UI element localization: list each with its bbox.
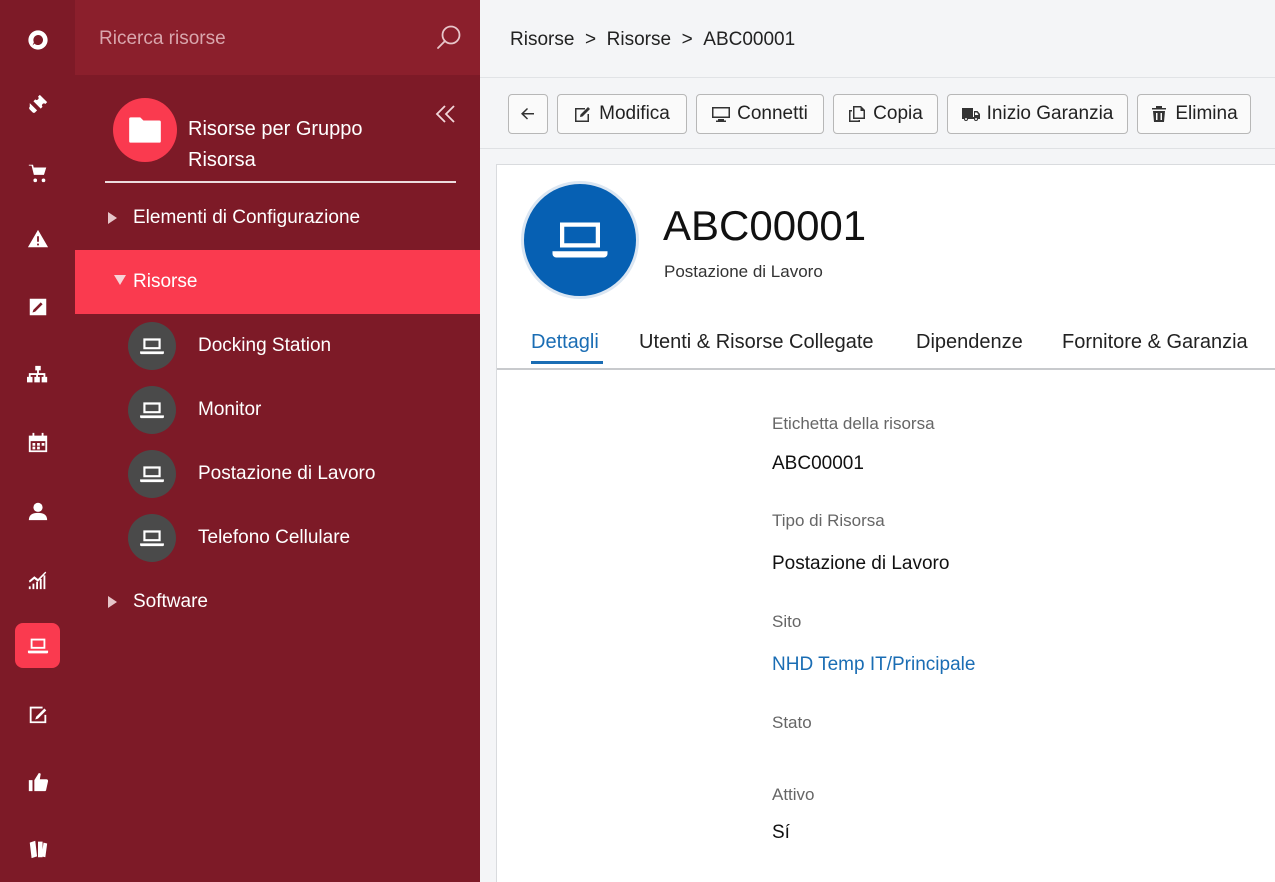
ticket-icon[interactable] [15,81,60,126]
resource-subtitle: Postazione di Lavoro [664,262,823,281]
tab-fornitore-garanzia[interactable]: Fornitore & Garanzia [1062,331,1248,354]
back-button[interactable] [508,94,548,134]
caret-right-icon [108,596,117,608]
field-label-etichetta: Etichetta della risorsa [772,414,935,433]
tree-item-elementi-di-configurazione[interactable]: Elementi di Configurazione [75,186,480,250]
breadcrumb-item[interactable]: Risorse [510,29,574,51]
laptop-icon [128,450,176,498]
connetti-label: Connetti [737,103,808,124]
inizio-garanzia-button[interactable]: Inizio Garanzia [947,94,1128,134]
breadcrumb-separator: > [584,29,597,50]
tree-leaf-postazione-di-lavoro[interactable]: Postazione di Lavoro [75,442,480,506]
breadcrumb-separator: > [681,29,693,50]
field-label-tipo: Tipo di Risorsa [772,511,885,530]
copy-icon [849,106,866,122]
active-tab-indicator [531,361,603,364]
books-icon[interactable] [15,826,60,871]
truck-icon [961,108,980,121]
group-title: Risorse per Gruppo Risorsa [188,118,363,171]
search-bar [75,0,480,75]
tree-item-label: Risorse [133,271,198,292]
monitor-icon [712,107,731,122]
resource-title: ABC00001 [663,202,867,249]
elimina-button[interactable]: Elimina [1137,94,1251,134]
cart-icon[interactable] [15,150,60,195]
resource-avatar [521,181,639,299]
field-label-stato: Stato [772,713,812,732]
icon-rail [0,0,75,882]
tree-item-label: Elementi di Configurazione [133,207,361,228]
calendar-icon[interactable] [15,420,60,465]
field-value-tipo: Postazione di Lavoro [772,553,950,574]
laptop-icon [128,514,176,562]
resource-detail-panel: ABC00001 Postazione di Lavoro Dettagli U… [496,164,1275,882]
chart-icon[interactable] [15,556,60,601]
logo-icon[interactable] [15,17,60,62]
field-label-attivo: Attivo [772,785,815,804]
laptop-icon [128,386,176,434]
user-icon[interactable] [15,488,60,533]
modifica-label: Modifica [599,103,670,124]
elimina-label: Elimina [1175,103,1238,124]
inizio-garanzia-label: Inizio Garanzia [986,103,1114,124]
tree-item-software[interactable]: Software [75,570,480,634]
group-header: Risorse per Gruppo Risorsa [113,98,408,176]
tree-leaf-telefono-cellulare[interactable]: Telefono Cellulare [75,506,480,570]
tab-bar: Dettagli Utenti & Risorse Collegate Dipe… [497,325,1275,370]
tab-dipendenze[interactable]: Dipendenze [916,331,1023,354]
org-chart-icon[interactable] [15,352,60,397]
trash-icon [1152,106,1167,122]
resource-sidebar: Risorse per Gruppo Risorsa Elementi di C… [75,0,480,882]
tree-leaf-label: Docking Station [198,335,332,356]
modifica-button[interactable]: Modifica [557,94,687,134]
search-input[interactable] [99,22,429,56]
search-icon[interactable] [435,24,463,52]
tab-dettagli[interactable]: Dettagli [531,331,599,354]
tree-leaf-label: Postazione di Lavoro [198,463,376,484]
copia-button[interactable]: Copia [833,94,938,134]
tree-item-risorse[interactable]: Risorse [75,250,480,314]
field-label-sito: Sito [772,612,802,631]
laptop-icon [552,222,608,258]
breadcrumb: Risorse > Risorse > ABC00001 [510,29,795,51]
note-edit-icon[interactable] [15,691,60,736]
tree-item-label: Software [133,591,208,612]
tab-utenti-risorse-collegate[interactable]: Utenti & Risorse Collegate [639,331,874,354]
folder-icon [113,98,177,162]
breadcrumb-separator [574,29,585,51]
caret-right-icon [108,212,117,224]
thumbs-up-icon[interactable] [15,759,60,804]
caret-down-icon [114,275,126,285]
breadcrumb-current: ABC00001 [703,29,796,50]
divider [105,181,456,183]
connetti-button[interactable]: Connetti [696,94,824,134]
edit-icon[interactable] [15,284,60,329]
collapse-sidebar-icon[interactable] [433,102,459,128]
warning-icon[interactable] [15,216,60,261]
arrow-left-icon [521,108,534,120]
action-toolbar: Modifica Connetti Copia Inizio Garanzia … [480,79,1275,149]
breadcrumb-item[interactable]: Risorse [607,29,671,51]
copia-label: Copia [873,103,923,124]
tree-leaf-label: Monitor [198,399,262,420]
tree-leaf-docking-station[interactable]: Docking Station [75,314,480,378]
laptop-icon[interactable] [15,623,60,668]
field-value-sito-link[interactable]: NHD Temp IT/Principale [772,654,975,676]
edit-icon [575,107,591,122]
tree-leaf-label: Telefono Cellulare [198,527,351,548]
field-value-attivo: Sí [772,822,790,843]
tree-leaf-monitor[interactable]: Monitor [75,378,480,442]
laptop-icon [128,322,176,370]
top-bar: Risorse > Risorse > ABC00001 [480,0,1275,78]
field-value-etichetta: ABC00001 [772,453,864,474]
